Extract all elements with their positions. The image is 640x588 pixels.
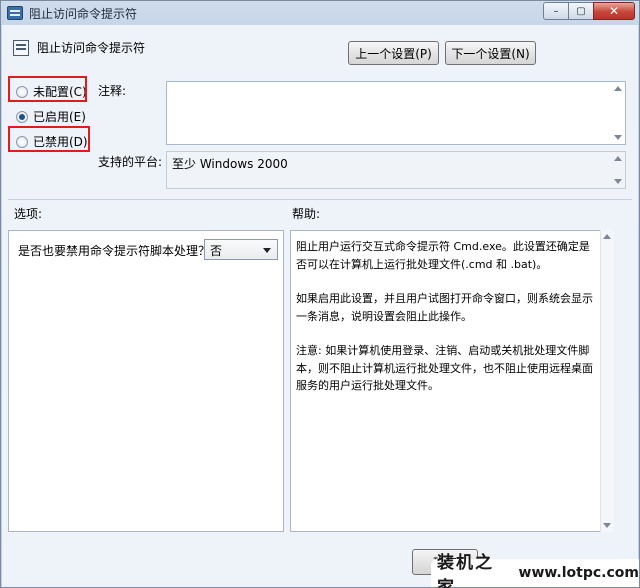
section-divider (8, 199, 632, 200)
watermark: 装机之家 www.lotpc.com (431, 553, 639, 588)
help-paragraph: 注意: 如果计算机使用登录、注销、启动或关机批处理文件脚本，则不阻止计算机运行批… (296, 344, 593, 392)
close-button[interactable]: ✕ (593, 2, 635, 20)
help-text: 阻止用户运行交互式命令提示符 Cmd.exe。此设置还确定是否可以在计算机上运行… (296, 238, 598, 412)
scroll-down-icon[interactable] (614, 135, 622, 140)
dialog-content: 阻止访问命令提示符 上一个设置(P) 下一个设置(N) 未配置(C) 已启用(E… (2, 25, 638, 587)
note-scrollbar[interactable] (612, 82, 625, 144)
scroll-up-icon[interactable] (614, 156, 622, 161)
minimize-button[interactable]: – (543, 2, 569, 20)
platform-scrollbar[interactable] (612, 152, 625, 188)
chevron-down-icon (263, 248, 271, 253)
help-paragraph: 如果启用此设置，并且用户试图打开命令窗口，则系统会显示一条消息，说明设置会阻止此… (296, 292, 593, 323)
scroll-down-icon[interactable] (614, 179, 622, 184)
watermark-url: www.lotpc.com (518, 565, 639, 581)
highlight-box-not-configured (8, 76, 87, 102)
scroll-down-icon[interactable] (603, 523, 611, 528)
restore-button[interactable]: ▢ (568, 2, 594, 20)
help-panel: 阻止用户运行交互式命令提示符 Cmd.exe。此设置还确定是否可以在计算机上运行… (290, 230, 614, 532)
radio-circle[interactable] (16, 110, 28, 123)
radio-enabled[interactable]: 已启用(E) (16, 108, 86, 125)
script-processing-select[interactable]: 否 (204, 239, 278, 260)
options-label: 选项: (14, 207, 43, 221)
watermark-text: 装机之家 (437, 553, 494, 588)
radio-label: 已启用(E) (33, 110, 86, 124)
help-scrollbar[interactable] (600, 230, 614, 532)
platform-field: 至少 Windows 2000 (166, 151, 626, 189)
scroll-up-icon[interactable] (614, 86, 622, 91)
previous-setting-button[interactable]: 上一个设置(P) (348, 41, 439, 65)
option-question: 是否也要禁用命令提示符脚本处理？ (18, 244, 211, 258)
policy-icon (13, 40, 29, 56)
window-controls: – ▢ ✕ (543, 2, 635, 22)
platform-value: 至少 Windows 2000 (172, 157, 288, 171)
options-panel: 是否也要禁用命令提示符脚本处理？ 否 (8, 230, 284, 532)
window-title: 阻止访问命令提示符 (29, 7, 138, 21)
help-paragraph: 阻止用户运行交互式命令提示符 Cmd.exe。此设置还确定是否可以在计算机上运行… (296, 240, 590, 271)
policy-window: 阻止访问命令提示符 – ▢ ✕ 阻止访问命令提示符 上一个设置(P) 下一个设置… (0, 0, 640, 588)
select-value: 否 (210, 244, 223, 258)
app-icon (7, 6, 23, 20)
note-textarea[interactable] (166, 81, 626, 145)
policy-title: 阻止访问命令提示符 (37, 41, 146, 55)
next-setting-button[interactable]: 下一个设置(N) (445, 41, 536, 65)
scroll-up-icon[interactable] (603, 234, 611, 239)
note-label: 注释: (98, 84, 127, 98)
help-label: 帮助: (292, 207, 321, 221)
highlight-box-disabled (8, 126, 90, 152)
title-bar[interactable]: 阻止访问命令提示符 – ▢ ✕ (1, 1, 639, 25)
platform-label: 支持的平台: (98, 155, 163, 169)
